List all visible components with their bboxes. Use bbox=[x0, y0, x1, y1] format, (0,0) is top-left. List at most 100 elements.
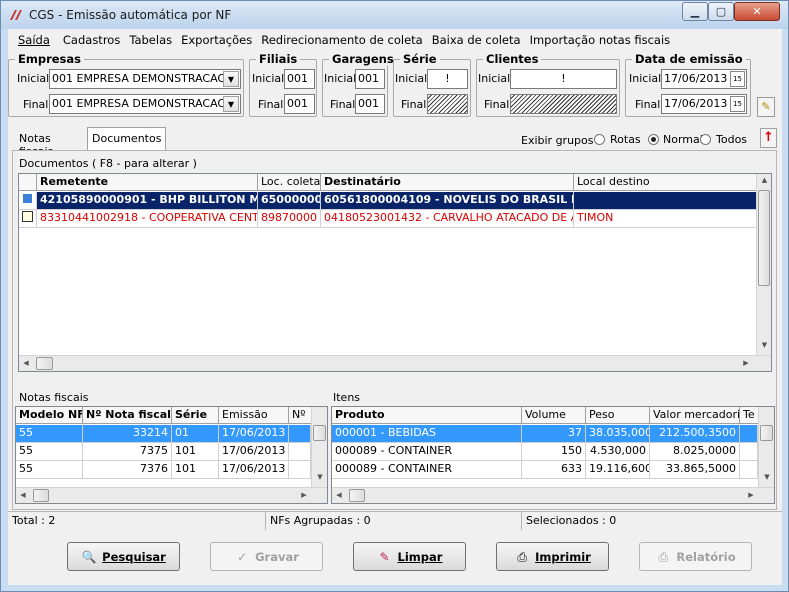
scroll-left-icon[interactable]: ◀ bbox=[334, 491, 344, 499]
garagens-inicial-label: Inicial bbox=[324, 72, 357, 85]
calendar-icon[interactable]: 15 bbox=[730, 96, 745, 112]
table-row[interactable]: 000089 - CONTAINER 150 4.530,000 8.025,0… bbox=[332, 443, 758, 461]
relatorio-button[interactable]: ⎙ Relatório bbox=[639, 542, 752, 571]
garagens-group: Garagens Inicial 001 Final 001 bbox=[322, 52, 397, 117]
filial-inicial-input[interactable]: 001 bbox=[284, 69, 315, 89]
menu-importacao[interactable]: Importação notas fiscais bbox=[525, 31, 675, 51]
scroll-down-icon[interactable]: ▼ bbox=[757, 341, 771, 349]
scroll-thumb[interactable] bbox=[760, 425, 773, 441]
serie-final-input[interactable] bbox=[427, 94, 468, 114]
limpar-button[interactable]: ✎ Limpar bbox=[353, 542, 466, 571]
scroll-thumb[interactable] bbox=[36, 357, 53, 370]
menu-cadastros[interactable]: Cadastros bbox=[58, 31, 124, 51]
empresa-final-combo[interactable]: 001 EMPRESA DEMONSTRACAO ▼ bbox=[49, 94, 241, 114]
filter-tool-button[interactable]: ✎ bbox=[757, 97, 775, 117]
col-emissao[interactable]: Emissão bbox=[219, 407, 289, 423]
gravar-button[interactable]: ✓ Gravar bbox=[210, 542, 323, 571]
scroll-right-icon[interactable]: ▶ bbox=[741, 359, 751, 367]
tab-notas-fiscais[interactable]: Notas fiscais bbox=[15, 128, 57, 158]
table-row[interactable]: 000089 - CONTAINER 633 19.116,600 33.865… bbox=[332, 461, 758, 479]
itens-vscroll[interactable]: ▼ bbox=[758, 407, 774, 487]
menu-saida[interactable]: Saída bbox=[8, 31, 58, 51]
empresa-inicial-combo[interactable]: 001 EMPRESA DEMONSTRACAO ▼ bbox=[49, 69, 241, 89]
garagem-final-input[interactable]: 001 bbox=[355, 94, 385, 114]
scroll-left-icon[interactable]: ◀ bbox=[21, 359, 31, 367]
cell-volume: 633 bbox=[522, 461, 586, 479]
scroll-thumb[interactable] bbox=[758, 190, 770, 286]
notas-hscroll[interactable]: ◀ ▶ bbox=[16, 487, 327, 503]
scroll-right-icon[interactable]: ▶ bbox=[746, 491, 756, 499]
cell-produto: 000089 - CONTAINER bbox=[332, 461, 522, 479]
col-destinatario[interactable]: Destinatário bbox=[321, 174, 574, 190]
col-local-destino[interactable]: Local destino bbox=[574, 174, 757, 190]
table-row[interactable]: 55 33214 01 17/06/2013 bbox=[16, 425, 311, 443]
col-produto[interactable]: Produto bbox=[332, 407, 522, 423]
table-row[interactable]: 83310441002918 - COOPERATIVA CENTRA 8987… bbox=[19, 210, 757, 228]
documentos-vscroll[interactable]: ▲ ▼ bbox=[756, 174, 771, 355]
col-loc-coleta[interactable]: Loc. coleta bbox=[258, 174, 321, 190]
scroll-down-icon[interactable]: ▼ bbox=[312, 473, 327, 481]
maximize-button[interactable]: ▢ bbox=[708, 2, 734, 21]
menu-exportacoes[interactable]: Exportações bbox=[176, 31, 256, 51]
data-final-input[interactable]: 17/06/2013 15 bbox=[661, 94, 747, 114]
col-numero-nota[interactable]: Nº Nota fiscal bbox=[83, 407, 172, 423]
cliente-final-input[interactable] bbox=[510, 94, 617, 114]
serie-inicial-input[interactable]: ! bbox=[427, 69, 468, 89]
col-peso[interactable]: Peso bbox=[586, 407, 650, 423]
row-checkbox[interactable] bbox=[19, 192, 37, 210]
filial-final-input[interactable]: 001 bbox=[284, 94, 315, 114]
arrow-up-button[interactable]: ↑ bbox=[760, 128, 777, 148]
itens-grid: Produto Volume Peso Valor mercadoria Te … bbox=[331, 406, 775, 504]
documentos-hscroll[interactable]: ◀ ▶ bbox=[19, 355, 771, 371]
search-document-icon: 🔍 bbox=[81, 549, 97, 564]
chevron-down-icon[interactable]: ▼ bbox=[223, 71, 239, 87]
col-serie[interactable]: Série bbox=[172, 407, 219, 423]
chevron-down-icon[interactable]: ▼ bbox=[223, 96, 239, 112]
scroll-thumb[interactable] bbox=[349, 489, 365, 502]
serie-group: Série Inicial ! Final bbox=[393, 52, 471, 117]
menu-baixa-coleta[interactable]: Baixa de coleta bbox=[427, 31, 525, 51]
col-remetente[interactable]: Remetente bbox=[37, 174, 258, 190]
menu-tabelas[interactable]: Tabelas bbox=[124, 31, 176, 51]
col-te[interactable]: Te bbox=[740, 407, 758, 423]
close-button[interactable]: ✕ bbox=[734, 2, 780, 21]
documentos-caption: Documentos ( F8 - para alterar ) bbox=[19, 157, 197, 170]
pesquisar-button[interactable]: 🔍 Pesquisar bbox=[67, 542, 180, 571]
scroll-down-icon[interactable]: ▼ bbox=[759, 473, 774, 481]
menu-redirecionamento[interactable]: Redirecionamento de coleta bbox=[256, 31, 426, 51]
calendar-icon[interactable]: 15 bbox=[730, 71, 745, 87]
garagem-inicial-input[interactable]: 001 bbox=[355, 69, 385, 89]
cell-local-destino: TIMON bbox=[574, 210, 757, 228]
minimize-button[interactable]: ▁ bbox=[682, 2, 708, 21]
serie-final-label: Final bbox=[401, 98, 427, 111]
scroll-thumb[interactable] bbox=[313, 425, 326, 441]
relatorio-label: Relatório bbox=[676, 549, 736, 564]
row-checkbox[interactable] bbox=[19, 210, 37, 228]
col-valor-mercadoria[interactable]: Valor mercadoria bbox=[650, 407, 740, 423]
notas-vscroll[interactable]: ▼ bbox=[311, 407, 327, 487]
table-row[interactable]: 55 7376 101 17/06/2013 bbox=[16, 461, 311, 479]
data-inicial-input[interactable]: 17/06/2013 15 bbox=[661, 69, 747, 89]
scroll-thumb[interactable] bbox=[33, 489, 49, 502]
imprimir-button[interactable]: ⎙ Imprimir bbox=[496, 542, 609, 571]
scroll-up-icon[interactable]: ▲ bbox=[757, 176, 771, 184]
cliente-inicial-input[interactable]: ! bbox=[510, 69, 617, 89]
table-row[interactable]: 55 7375 101 17/06/2013 bbox=[16, 443, 311, 461]
col-volume[interactable]: Volume bbox=[522, 407, 586, 423]
col-modelo-nf[interactable]: Modelo NF bbox=[16, 407, 83, 423]
checkmark-icon: ✓ bbox=[237, 549, 248, 564]
scroll-left-icon[interactable]: ◀ bbox=[18, 491, 28, 499]
table-row[interactable]: 42105890000901 - BHP BILLITON ME 6500000… bbox=[19, 192, 757, 210]
col-numero[interactable]: Nº bbox=[289, 407, 311, 423]
radio-normal[interactable] bbox=[648, 134, 659, 145]
radio-rotas[interactable] bbox=[594, 134, 605, 145]
radio-rotas-label: Rotas bbox=[610, 133, 641, 146]
data-inicial-value: 17/06/2013 bbox=[664, 72, 728, 85]
itens-hscroll[interactable]: ◀ ▶ bbox=[332, 487, 774, 503]
cell-serie: 101 bbox=[172, 461, 219, 479]
table-row[interactable]: 000001 - BEBIDAS 37 38.035,000 212.500,3… bbox=[332, 425, 758, 443]
scroll-right-icon[interactable]: ▶ bbox=[299, 491, 309, 499]
empresa-inicial-value: 001 EMPRESA DEMONSTRACAO bbox=[52, 72, 227, 85]
tab-documentos[interactable]: Documentos bbox=[87, 127, 167, 151]
radio-todos[interactable] bbox=[700, 134, 711, 145]
